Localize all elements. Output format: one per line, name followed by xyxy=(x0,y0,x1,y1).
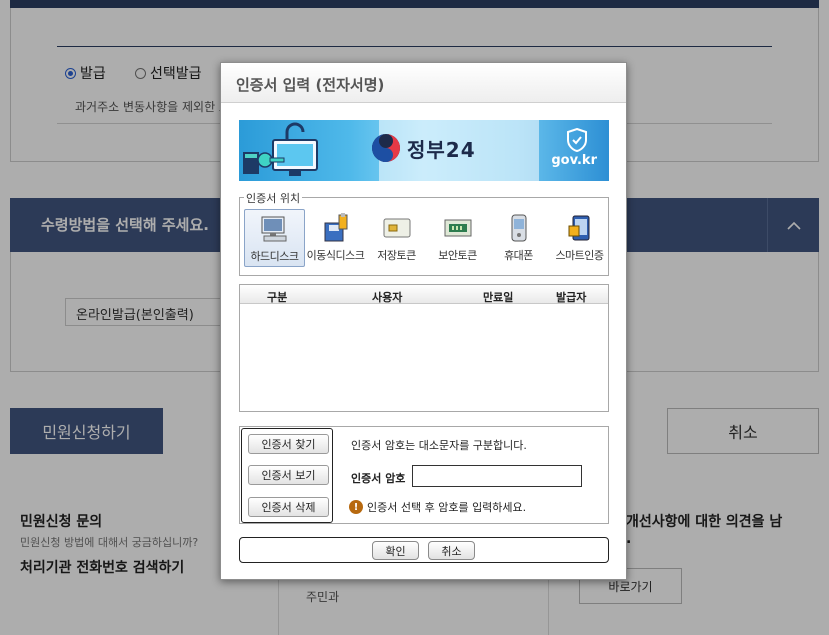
password-warning: ! 인증서 선택 후 암호를 입력하세요. xyxy=(349,499,526,515)
certificate-list[interactable]: 구분 사용자 만료일 발급자 xyxy=(239,284,609,412)
taegeuk-logo-icon xyxy=(372,134,400,162)
mobile-phone-icon xyxy=(504,213,534,243)
location-label: 이동식디스크 xyxy=(306,249,365,262)
view-certificate-button[interactable]: 인증서 보기 xyxy=(248,465,329,485)
location-removable-disk[interactable]: 이동식디스크 xyxy=(305,209,366,267)
dialog-footer: 확인 취소 xyxy=(239,537,609,563)
gov24-logo: 정부24 xyxy=(371,133,476,163)
location-label: 휴대폰 xyxy=(504,249,533,262)
location-security-token[interactable]: 보안토큰 xyxy=(427,209,488,267)
warning-text: 인증서 선택 후 암호를 입력하세요. xyxy=(367,501,527,514)
removable-disk-icon xyxy=(321,213,351,243)
location-label: 보안토큰 xyxy=(438,249,477,262)
location-mobile-phone[interactable]: 휴대폰 xyxy=(488,209,549,267)
storage-token-icon xyxy=(382,213,412,243)
column-header-issuer[interactable]: 발급자 xyxy=(556,289,586,305)
column-header-user[interactable]: 사용자 xyxy=(372,289,402,305)
password-input[interactable] xyxy=(412,465,582,487)
location-storage-token[interactable]: 저장토큰 xyxy=(366,209,427,267)
location-hard-disk[interactable]: 하드디스크 xyxy=(244,209,305,267)
dialog-title: 인증서 입력 (전자서명) xyxy=(236,76,385,94)
find-certificate-button[interactable]: 인증서 찾기 xyxy=(248,434,329,454)
location-legend: 인증서 위치 xyxy=(244,190,303,206)
location-label: 하드디스크 xyxy=(250,250,299,263)
gov24-banner: 정부24 gov.kr xyxy=(239,120,609,181)
delete-certificate-button[interactable]: 인증서 삭제 xyxy=(248,497,329,517)
hard-disk-icon xyxy=(260,214,290,244)
ok-button[interactable]: 확인 xyxy=(372,541,419,560)
location-label: 저장토큰 xyxy=(377,249,416,262)
smart-auth-icon xyxy=(565,213,595,243)
location-label: 스마트인증 xyxy=(555,249,604,262)
dialog-cancel-button[interactable]: 취소 xyxy=(428,541,475,560)
column-header-type[interactable]: 구분 xyxy=(267,289,287,305)
location-smart-auth[interactable]: 스마트인증 xyxy=(549,209,610,267)
certificate-key-illustration-icon xyxy=(243,122,318,176)
certificate-action-group: 인증서 찾기 인증서 보기 인증서 삭제 xyxy=(241,428,333,523)
password-label: 인증서 암호 xyxy=(351,472,406,485)
gov-kr-domain: gov.kr xyxy=(551,153,597,168)
security-token-icon xyxy=(443,213,473,243)
password-section: 인증서 찾기 인증서 보기 인증서 삭제 인증서 암호는 대소문자를 구분합니다… xyxy=(239,426,609,524)
column-header-expiry[interactable]: 만료일 xyxy=(483,289,513,305)
warning-icon: ! xyxy=(349,500,363,514)
gov24-brand: 정부24 xyxy=(407,137,476,162)
certificate-list-header: 구분 사용자 만료일 발급자 xyxy=(240,285,608,304)
password-case-info: 인증서 암호는 대소문자를 구분합니다. xyxy=(351,439,527,452)
shield-check-icon xyxy=(567,128,587,152)
certificate-dialog: 인증서 입력 (전자서명) 정부24 gov.kr 인증서 위치 하드디스크 이… xyxy=(220,62,627,580)
dialog-titlebar: 인증서 입력 (전자서명) xyxy=(221,63,626,103)
certificate-location-group: 인증서 위치 하드디스크 이동식디스크 저장토큰 보안토큰 휴대폰 스마트인증 xyxy=(239,190,610,276)
